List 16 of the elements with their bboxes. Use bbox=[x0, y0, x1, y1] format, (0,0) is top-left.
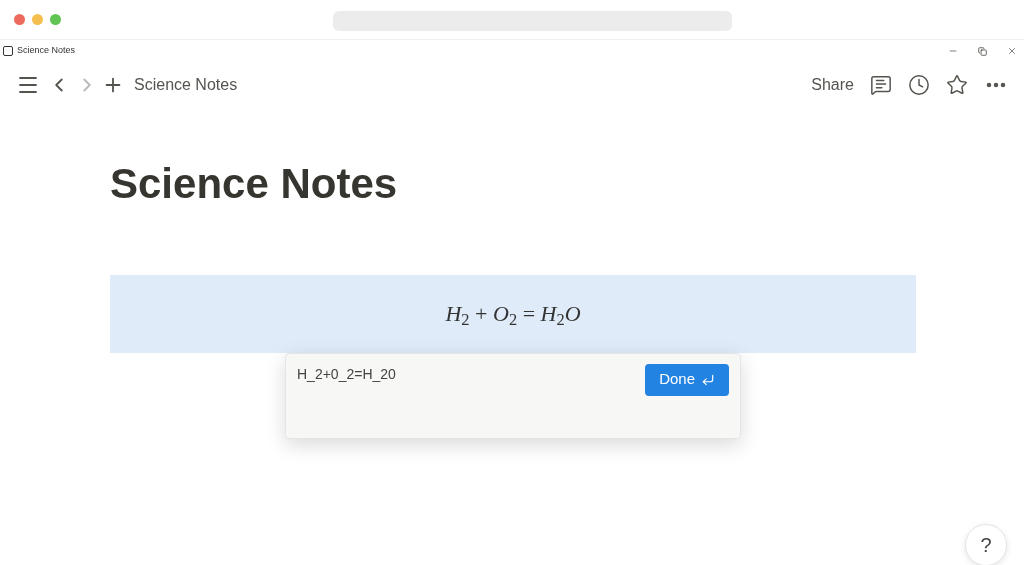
help-button[interactable]: ? bbox=[965, 524, 1007, 565]
enter-icon bbox=[701, 372, 715, 387]
app-logo-icon bbox=[3, 46, 13, 56]
window-title: Science Notes bbox=[17, 44, 76, 58]
page-title: Science Notes bbox=[110, 159, 399, 209]
share-button[interactable]: Share bbox=[811, 73, 854, 97]
restore-icon[interactable] bbox=[978, 46, 987, 56]
comment-icon[interactable] bbox=[870, 74, 892, 96]
favorite-icon[interactable] bbox=[946, 74, 968, 96]
breadcrumb[interactable]: Science Notes bbox=[134, 73, 238, 97]
done-button[interactable]: Done bbox=[645, 363, 729, 396]
close-icon[interactable] bbox=[1007, 46, 1017, 56]
equation-block[interactable]: H$_{2}$ + O$_{2}$ = H$_{2}$O bbox=[110, 274, 916, 353]
equation-input[interactable]: H_2+0_2=H_20 bbox=[297, 363, 396, 385]
equation: H$_{2}$ + O$_{2}$ = H$_{2}$O bbox=[445, 300, 581, 330]
history-icon[interactable] bbox=[908, 74, 930, 96]
